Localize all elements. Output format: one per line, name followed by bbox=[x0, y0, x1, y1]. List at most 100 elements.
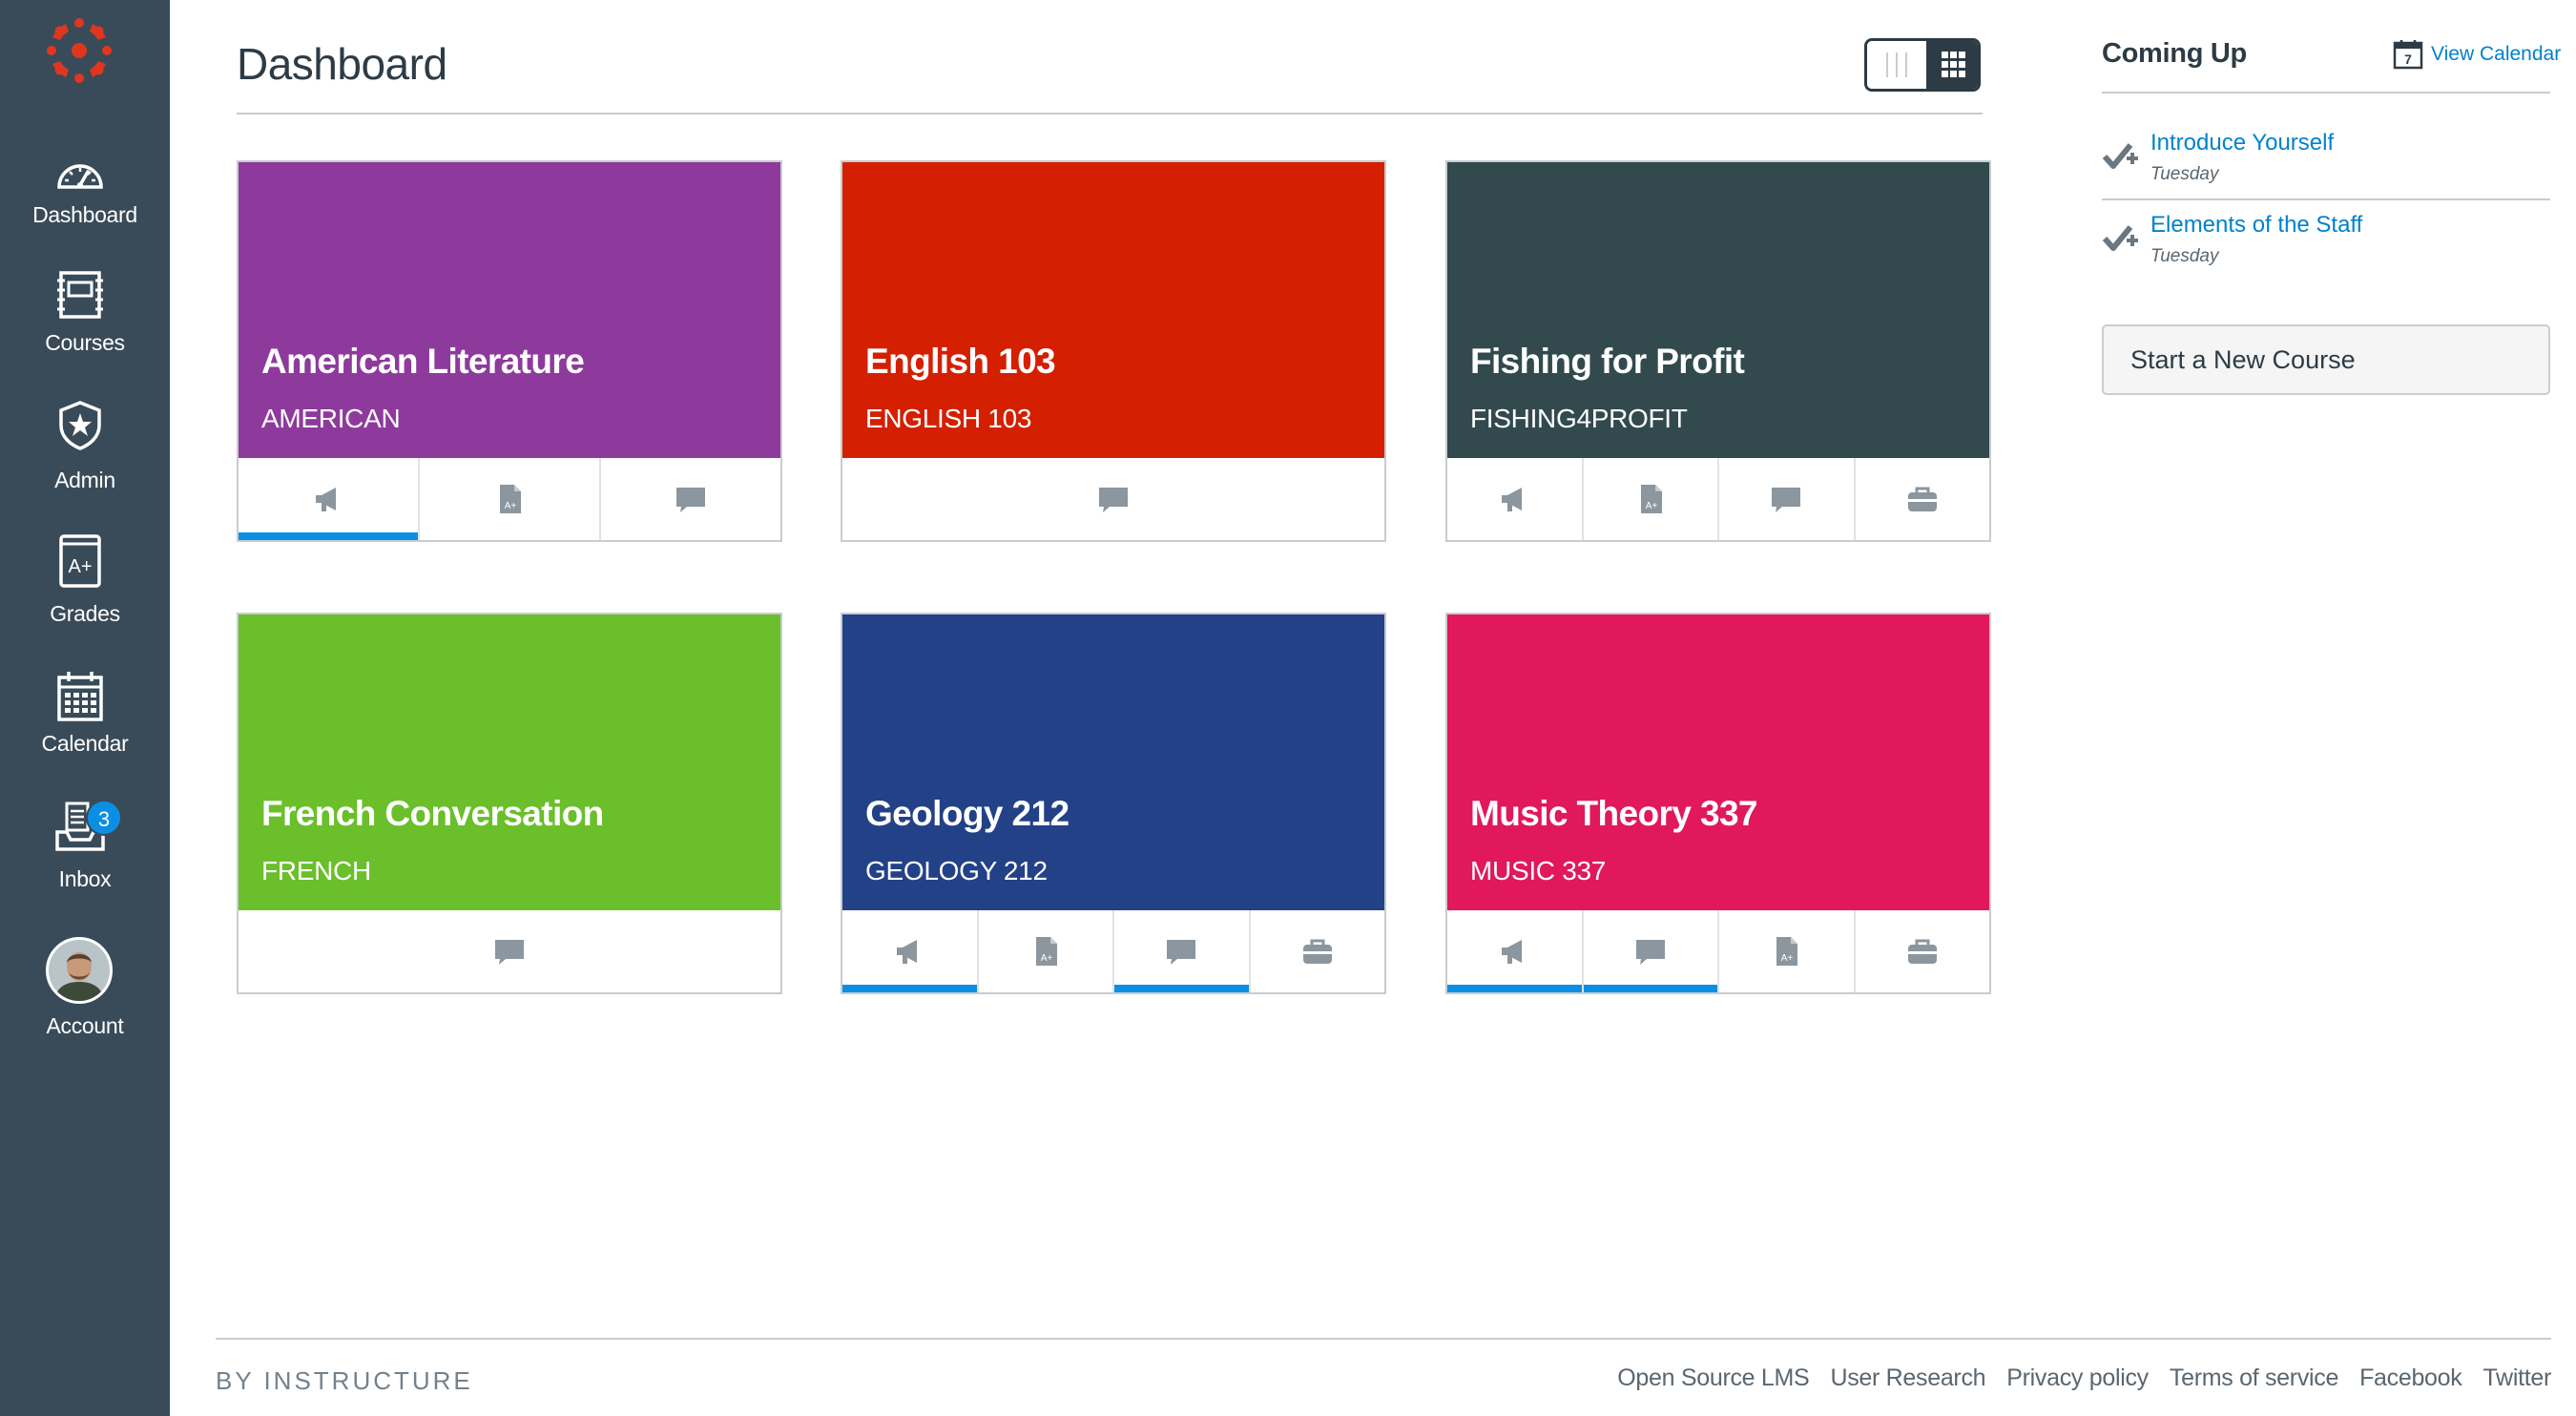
course-card-hero[interactable]: English 103 ENGLISH 103 bbox=[842, 162, 1384, 458]
discussions-button[interactable] bbox=[1112, 910, 1249, 992]
dashboard-icon bbox=[57, 164, 103, 189]
announcement-button[interactable] bbox=[1447, 910, 1582, 992]
nav-label: Inbox bbox=[58, 866, 112, 891]
course-name: English 103 bbox=[865, 342, 1056, 381]
course-card[interactable]: American Literature AMERICAN A+ bbox=[237, 160, 782, 542]
files-button[interactable] bbox=[1853, 910, 1990, 992]
inbox-unread-badge: 3 bbox=[86, 800, 122, 836]
discussions-button[interactable] bbox=[842, 458, 1384, 540]
discussions-button[interactable] bbox=[1581, 910, 1717, 992]
nav-calendar[interactable]: Calendar bbox=[0, 670, 170, 784]
nav-dashboard[interactable]: Dashboard bbox=[0, 149, 170, 263]
grades-icon: A+ bbox=[59, 534, 101, 588]
course-code: GEOLOGY 212 bbox=[865, 856, 1048, 885]
assignments-button[interactable]: A+ bbox=[1717, 910, 1854, 992]
unread-indicator bbox=[1583, 985, 1717, 992]
course-card[interactable]: Geology 212 GEOLOGY 212 A+ bbox=[841, 613, 1386, 994]
assignments-icon: A+ bbox=[492, 482, 527, 516]
nav-courses[interactable]: Courses bbox=[0, 269, 170, 384]
assignments-icon: A+ bbox=[1028, 934, 1063, 968]
course-card-hero[interactable]: French Conversation FRENCH bbox=[239, 614, 780, 910]
global-nav: Dashboard Courses Admin A+ Grades Calend… bbox=[0, 0, 170, 1416]
svg-text:A+: A+ bbox=[505, 501, 517, 511]
course-card-hero[interactable]: Geology 212 GEOLOGY 212 bbox=[842, 614, 1384, 910]
admin-shield-icon bbox=[59, 401, 101, 450]
footer-link-twitter[interactable]: Twitter bbox=[2483, 1364, 2551, 1392]
nav-label: Courses bbox=[45, 330, 125, 355]
course-card-actions bbox=[239, 910, 780, 992]
coming-up-divider bbox=[2102, 92, 2550, 94]
discussions-button[interactable] bbox=[599, 458, 780, 540]
announcement-icon bbox=[1497, 934, 1531, 968]
files-icon bbox=[1905, 482, 1940, 516]
course-name: French Conversation bbox=[261, 794, 604, 833]
assignments-icon: A+ bbox=[1633, 482, 1668, 516]
nav-grades[interactable]: A+ Grades bbox=[0, 534, 170, 649]
assignments-icon: A+ bbox=[1769, 934, 1803, 968]
footer-link-user-research[interactable]: User Research bbox=[1830, 1364, 1985, 1392]
assignment-check-icon bbox=[2102, 225, 2138, 251]
nav-label: Calendar bbox=[41, 731, 129, 756]
coming-up-item: Introduce Yourself Tuesday bbox=[2102, 130, 2550, 197]
footer-link-open-source[interactable]: Open Source LMS bbox=[1617, 1364, 1809, 1392]
footer-link-facebook[interactable]: Facebook bbox=[2359, 1364, 2462, 1392]
nav-label: Account bbox=[46, 1013, 124, 1038]
page-title: Dashboard bbox=[237, 39, 447, 89]
svg-text:A+: A+ bbox=[1781, 953, 1794, 964]
course-card-hero[interactable]: American Literature AMERICAN bbox=[239, 162, 780, 458]
discussions-button[interactable] bbox=[1717, 458, 1854, 540]
nav-label: Dashboard bbox=[32, 202, 137, 227]
start-new-course-button[interactable]: Start a New Course bbox=[2102, 324, 2550, 395]
announcement-icon bbox=[892, 934, 926, 968]
assignments-button[interactable]: A+ bbox=[976, 910, 1113, 992]
course-code: AMERICAN bbox=[261, 404, 401, 433]
course-card[interactable]: Music Theory 337 MUSIC 337 A+ bbox=[1445, 613, 1991, 994]
unread-indicator bbox=[239, 532, 418, 540]
announcement-button[interactable] bbox=[842, 910, 977, 992]
course-name: Geology 212 bbox=[865, 794, 1070, 833]
course-card-hero[interactable]: Fishing for Profit FISHING4PROFIT bbox=[1447, 162, 1989, 458]
course-card[interactable]: English 103 ENGLISH 103 bbox=[841, 160, 1386, 542]
files-icon bbox=[1905, 934, 1940, 968]
nav-inbox[interactable]: 3 Inbox bbox=[0, 800, 170, 914]
view-calendar-link[interactable]: 7 View Calendar bbox=[2393, 38, 2561, 71]
nav-account[interactable]: Account bbox=[0, 937, 170, 1052]
files-button[interactable] bbox=[1248, 910, 1385, 992]
footer-brand[interactable]: BY INSTRUCTURE bbox=[216, 1366, 473, 1396]
discussions-button[interactable] bbox=[239, 910, 780, 992]
assignments-button[interactable]: A+ bbox=[418, 458, 599, 540]
card-view-button[interactable] bbox=[1926, 41, 1978, 89]
dashboard-view-toggle[interactable] bbox=[1864, 38, 1981, 92]
footer-link-privacy[interactable]: Privacy policy bbox=[2006, 1364, 2149, 1392]
avatar bbox=[46, 937, 113, 1004]
discussions-icon bbox=[1164, 934, 1198, 968]
nav-admin[interactable]: Admin bbox=[0, 399, 170, 513]
announcement-button[interactable] bbox=[1447, 458, 1582, 540]
coming-up-link[interactable]: Introduce Yourself bbox=[2150, 130, 2334, 156]
svg-text:A+: A+ bbox=[1040, 953, 1052, 964]
footer-link-terms[interactable]: Terms of service bbox=[2170, 1364, 2338, 1392]
course-card-actions: A+ bbox=[1447, 458, 1989, 540]
course-card-actions bbox=[842, 458, 1384, 540]
coming-up-link[interactable]: Elements of the Staff bbox=[2150, 212, 2362, 239]
files-icon bbox=[1300, 934, 1335, 968]
course-card-hero[interactable]: Music Theory 337 MUSIC 337 bbox=[1447, 614, 1989, 910]
grid-view-icon bbox=[1942, 52, 1965, 77]
files-button[interactable] bbox=[1853, 458, 1990, 540]
course-code: FRENCH bbox=[261, 856, 371, 885]
course-card-actions: A+ bbox=[842, 910, 1384, 992]
header-divider bbox=[237, 113, 1983, 115]
announcement-button[interactable] bbox=[239, 458, 418, 540]
coming-up-divider bbox=[2102, 198, 2550, 200]
assignments-button[interactable]: A+ bbox=[1581, 458, 1718, 540]
discussions-icon bbox=[1769, 482, 1803, 516]
list-view-button[interactable] bbox=[1867, 41, 1926, 89]
course-card[interactable]: French Conversation FRENCH bbox=[237, 613, 782, 994]
discussions-icon bbox=[492, 934, 527, 968]
canvas-logo-icon[interactable] bbox=[44, 15, 114, 86]
course-name: American Literature bbox=[261, 342, 585, 381]
svg-text:A+: A+ bbox=[68, 556, 92, 577]
course-card[interactable]: Fishing for Profit FISHING4PROFIT A+ bbox=[1445, 160, 1991, 542]
svg-text:A+: A+ bbox=[1645, 501, 1657, 511]
list-view-icon bbox=[1886, 52, 1907, 77]
